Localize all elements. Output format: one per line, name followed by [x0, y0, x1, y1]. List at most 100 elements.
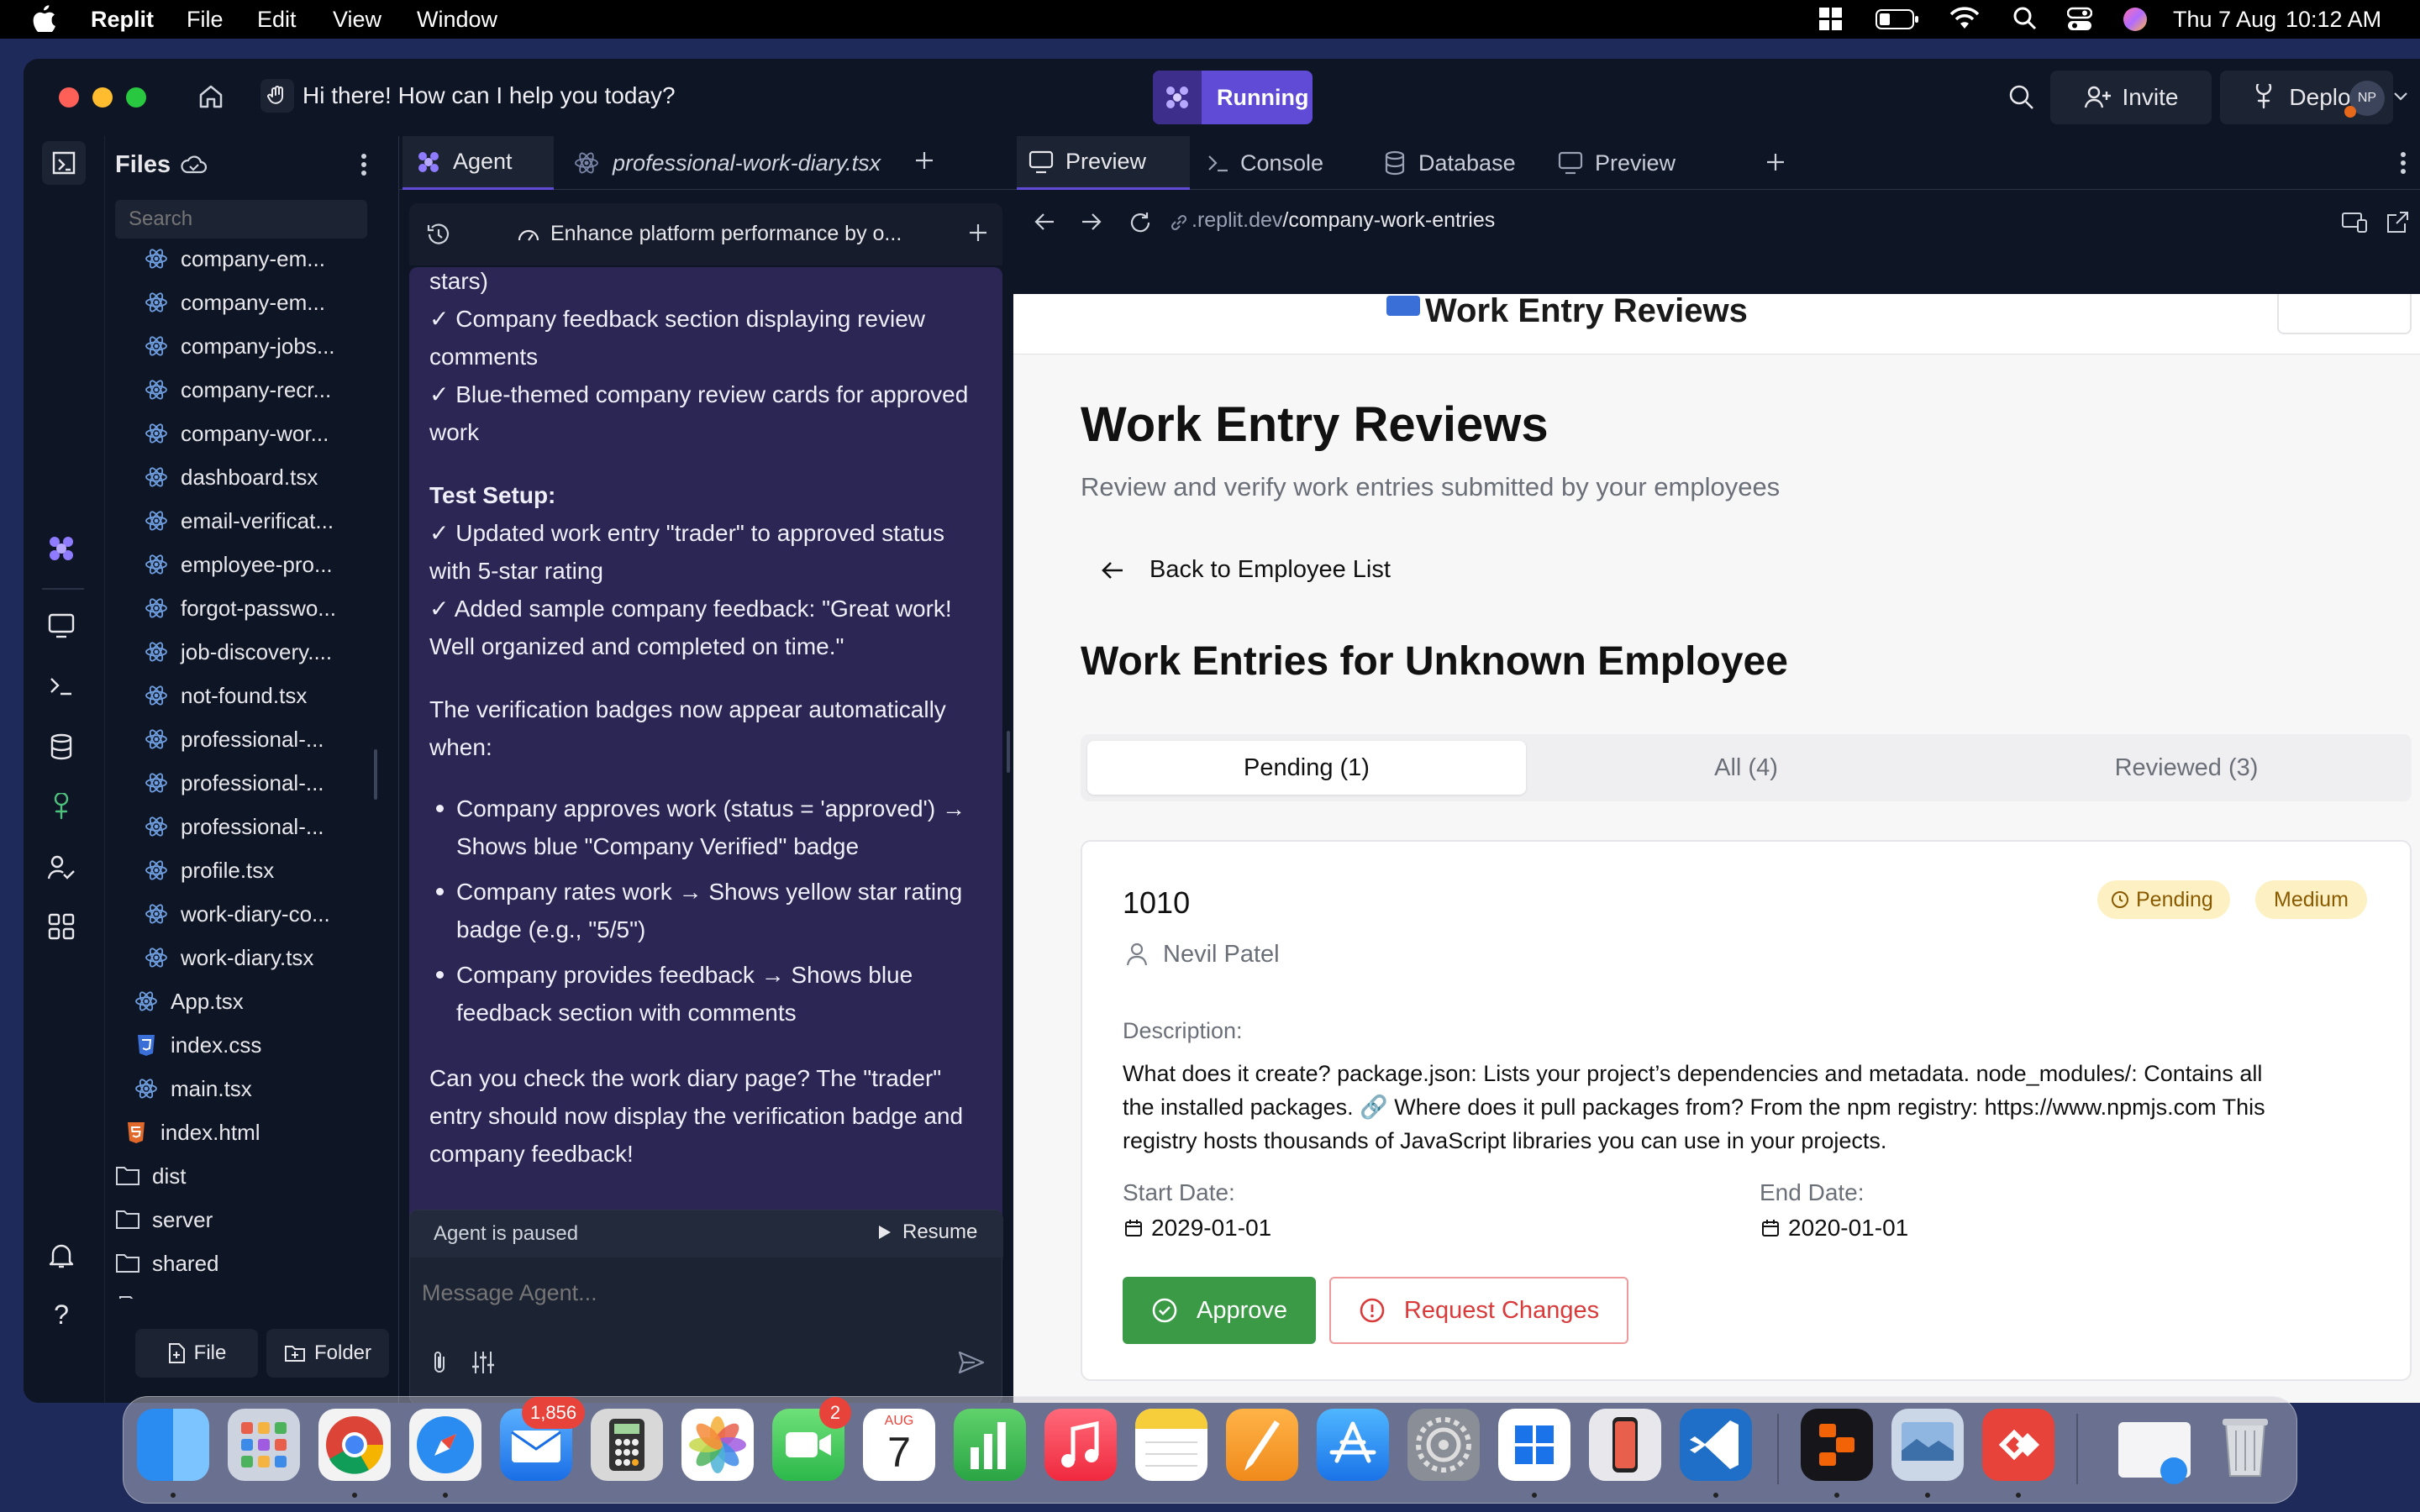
- open-new-window-icon[interactable]: [2385, 210, 2410, 235]
- forward-arrow-icon[interactable]: [1081, 212, 1102, 232]
- file-tree-item[interactable]: work-diary.tsx: [144, 937, 313, 978]
- menubar-date[interactable]: Thu 7 Aug: [2173, 7, 2276, 33]
- url-field[interactable]: .replit.dev/company-work-entries: [1192, 208, 1495, 233]
- file-tree-item[interactable]: company-recr...: [144, 370, 331, 410]
- file-tree-item[interactable]: dashboard.tsx: [144, 457, 318, 497]
- system-settings-app-icon[interactable]: [1407, 1409, 1480, 1481]
- tab-database[interactable]: Database: [1376, 136, 1553, 190]
- preview-app-icon[interactable]: [1891, 1409, 1964, 1481]
- file-tree-item[interactable]: professional-...: [144, 719, 324, 759]
- launchpad-app-icon[interactable]: [228, 1409, 300, 1481]
- notifications-bell-icon[interactable]: [42, 1236, 81, 1275]
- menu-edit[interactable]: Edit: [257, 7, 297, 33]
- tab-preview[interactable]: Preview: [1017, 136, 1190, 190]
- file-tree-item[interactable]: job-discovery....: [144, 632, 332, 672]
- thread-title[interactable]: Enhance platform performance by o...: [550, 222, 902, 246]
- replit-app-icon[interactable]: [1801, 1409, 1873, 1481]
- deployments-tool-icon[interactable]: [42, 788, 81, 827]
- music-app-icon[interactable]: [1044, 1409, 1117, 1481]
- tab-reviewed[interactable]: Reviewed (3): [1966, 741, 2407, 795]
- grid-icon[interactable]: [1818, 7, 1844, 32]
- files-scrollbar[interactable]: [374, 749, 377, 800]
- search-icon[interactable]: [2008, 84, 2035, 111]
- menubar-time[interactable]: 10:12 AM: [2286, 7, 2381, 33]
- tab-agent[interactable]: Agent: [402, 136, 554, 190]
- devices-icon[interactable]: [2341, 212, 2368, 234]
- file-tree-item[interactable]: not-found.tsx: [144, 675, 307, 716]
- minimize-window-button[interactable]: [92, 87, 113, 108]
- preview-tool-icon[interactable]: [42, 606, 81, 645]
- file-tree-item[interactable]: company-jobs...: [144, 326, 335, 366]
- file-tree-item[interactable]: shared: [115, 1243, 219, 1284]
- windows-app-icon[interactable]: [1498, 1409, 1570, 1481]
- panel-resize-handle[interactable]: [1007, 731, 1010, 773]
- file-tree-item[interactable]: company-em...: [144, 239, 325, 279]
- app-store-app-icon[interactable]: [1317, 1409, 1389, 1481]
- preview-kebab-icon[interactable]: [2400, 151, 2407, 175]
- trash-icon[interactable]: [2209, 1409, 2281, 1481]
- apps-grid-icon[interactable]: [42, 907, 81, 946]
- file-tree-item[interactable]: company-wor...: [144, 413, 329, 454]
- file-tree-item[interactable]: professional-...: [144, 806, 324, 847]
- files-search-input[interactable]: [115, 200, 367, 239]
- back-arrow-icon[interactable]: [1034, 212, 1055, 232]
- file-tree-item[interactable]: professional-...: [144, 763, 324, 803]
- zoom-window-button[interactable]: [126, 87, 146, 108]
- menu-file[interactable]: File: [187, 7, 224, 33]
- chevron-down-icon[interactable]: [2393, 91, 2408, 102]
- apple-icon[interactable]: [32, 5, 55, 32]
- vscode-app-icon[interactable]: [1680, 1409, 1752, 1481]
- home-icon[interactable]: [197, 82, 225, 111]
- new-file-button[interactable]: File: [135, 1329, 258, 1378]
- finder-app-icon[interactable]: [137, 1409, 209, 1481]
- notes-app-icon[interactable]: [1135, 1409, 1207, 1481]
- file-tree-item[interactable]: dist: [115, 1156, 186, 1196]
- user-check-icon[interactable]: [42, 848, 81, 887]
- chrome-app-icon[interactable]: [318, 1409, 391, 1481]
- send-icon[interactable]: [958, 1350, 985, 1375]
- file-tree-item[interactable]: index.css: [134, 1025, 261, 1065]
- new-thread-plus-icon[interactable]: [967, 222, 989, 244]
- message-agent-input[interactable]: [422, 1271, 985, 1315]
- settings-sliders-icon[interactable]: [471, 1350, 496, 1375]
- invite-button[interactable]: Invite: [2050, 71, 2212, 124]
- menubar-app-name[interactable]: Replit: [91, 7, 154, 33]
- menu-view[interactable]: View: [333, 7, 381, 33]
- run-status-button[interactable]: Running: [1153, 71, 1313, 124]
- calculator-app-icon[interactable]: [591, 1409, 663, 1481]
- file-tree-item[interactable]: server: [115, 1200, 213, 1240]
- header-button[interactable]: [2277, 294, 2412, 334]
- safari-app-icon[interactable]: [409, 1409, 481, 1481]
- file-tree-item[interactable]: work-diary-co...: [144, 894, 330, 934]
- new-tab-plus-icon[interactable]: [913, 150, 935, 171]
- file-tree-item[interactable]: index.html: [124, 1112, 260, 1152]
- menu-window[interactable]: Window: [417, 7, 497, 33]
- history-icon[interactable]: [424, 222, 451, 247]
- tab-file[interactable]: professional-work-diary.tsx: [564, 136, 892, 190]
- tab-preview-2[interactable]: Preview: [1551, 136, 1719, 190]
- add-tab-plus-icon[interactable]: [1765, 151, 1786, 173]
- iphone-mirroring-app-icon[interactable]: [1589, 1409, 1661, 1481]
- agent-tool-icon[interactable]: [42, 529, 81, 568]
- database-tool-icon[interactable]: [42, 727, 81, 766]
- pages-app-icon[interactable]: [1226, 1409, 1298, 1481]
- kebab-menu-icon[interactable]: [360, 153, 367, 176]
- file-tree-item[interactable]: employee-pro...: [144, 544, 333, 585]
- file-tree-item[interactable]: company-em...: [144, 282, 325, 323]
- spotlight-search-icon[interactable]: [2013, 7, 2037, 30]
- close-window-button[interactable]: [59, 87, 79, 108]
- back-to-employee-list-button[interactable]: Back to Employee List: [1101, 556, 1391, 584]
- file-tree-item[interactable]: profile.tsx: [144, 850, 274, 890]
- file-tree-item[interactable]: forgot-passwo...: [144, 588, 336, 628]
- file-tree-item[interactable]: App.tsx: [134, 981, 244, 1021]
- file-tree-item[interactable]: email-verificat...: [144, 501, 334, 541]
- wifi-icon[interactable]: [1949, 7, 1980, 30]
- help-icon[interactable]: ?: [42, 1295, 81, 1334]
- resume-button[interactable]: Resume: [877, 1221, 977, 1244]
- numbers-app-icon[interactable]: [954, 1409, 1026, 1481]
- attach-paperclip-icon[interactable]: [430, 1350, 449, 1375]
- photos-app-icon[interactable]: [681, 1409, 754, 1481]
- anydesk-app-icon[interactable]: [1982, 1409, 2054, 1481]
- console-tool-icon[interactable]: [42, 667, 81, 706]
- battery-icon[interactable]: [1876, 8, 1919, 30]
